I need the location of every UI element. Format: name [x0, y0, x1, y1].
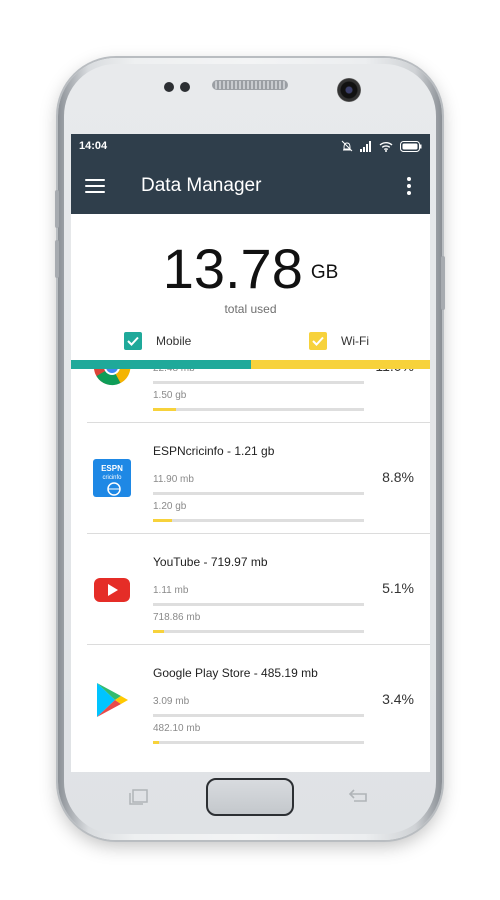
- usage-percent: 3.4%: [382, 691, 414, 707]
- chrome-icon: [93, 369, 131, 386]
- mobile-usage: 11.90 mb: [153, 474, 194, 485]
- wifi-usage: 718.86 mb: [153, 612, 201, 623]
- mobile-share: [71, 360, 251, 369]
- espncricinfo-icon: ESPN cricinfo: [93, 459, 131, 497]
- list-item[interactable]: ESPN cricinfo ESPNcricinfo - 1.21 gb 11.9…: [87, 423, 430, 534]
- app-name: ESPNcricinfo - 1.21 gb: [153, 444, 275, 458]
- signal-icon: [360, 140, 371, 152]
- check-icon: [312, 336, 324, 346]
- mobile-usage: 3.09 mb: [153, 696, 190, 707]
- status-time: 14:04: [79, 140, 108, 152]
- usage-percent: 8.8%: [382, 469, 414, 485]
- total-usage: 13.78 GB: [71, 236, 430, 301]
- wifi-share: [250, 360, 430, 369]
- mobile-checkbox[interactable]: [124, 332, 142, 350]
- app-name: Google Play Store - 485.19 mb: [153, 666, 318, 680]
- more-options-icon[interactable]: [402, 177, 416, 195]
- mobile-usage-bar: [153, 492, 364, 495]
- total-usage-label: total used: [224, 302, 277, 316]
- mobile-usage-bar: [153, 381, 364, 384]
- app-name: YouTube - 719.97 mb: [153, 555, 268, 569]
- page-title: Data Manager: [141, 175, 262, 196]
- wifi-usage-fill: [153, 630, 164, 633]
- volume-down-button: [55, 240, 59, 278]
- wifi-usage: 1.50 gb: [153, 390, 187, 401]
- power-button: [441, 256, 445, 310]
- wifi-usage: 1.20 gb: [153, 501, 187, 512]
- app-usage-list-content: 22.48 mb 1.50 gb 11.0% ESPN cricinfo ESPN…: [71, 369, 430, 756]
- sensor-right: [180, 82, 190, 92]
- svg-text:ESPN: ESPN: [101, 464, 123, 473]
- recent-apps-icon: [129, 789, 148, 805]
- app-bar: Data Manager: [71, 158, 430, 214]
- wifi-usage-fill: [153, 741, 160, 744]
- play-store-icon: [93, 681, 131, 719]
- svg-text:cricinfo: cricinfo: [102, 475, 122, 481]
- volume-up-button: [55, 190, 59, 228]
- back-icon: [348, 789, 367, 802]
- mobile-usage: 1.11 mb: [153, 585, 189, 596]
- usage-percent: 5.1%: [382, 580, 414, 596]
- wifi-checkbox[interactable]: [309, 332, 327, 350]
- status-icons: [341, 140, 422, 152]
- back-key[interactable]: [346, 786, 372, 806]
- home-button[interactable]: [206, 778, 294, 816]
- network-legend: Mobile Wi-Fi: [71, 326, 430, 360]
- wifi-usage-fill: [153, 408, 177, 411]
- wifi-icon: [379, 141, 393, 152]
- wifi-usage-fill: [153, 519, 172, 522]
- app-usage-list[interactable]: 22.48 mb 1.50 gb 11.0% ESPN cricinfo ESPN…: [71, 369, 430, 772]
- wifi-usage-bar: [153, 519, 364, 522]
- usage-ratio-bar: [71, 360, 430, 369]
- check-icon: [127, 336, 139, 346]
- status-bar: 14:04: [71, 134, 430, 158]
- wifi-usage: 482.10 mb: [153, 723, 201, 734]
- total-usage-unit: GB: [310, 262, 339, 283]
- youtube-icon: [93, 570, 131, 608]
- mobile-usage: 22.48 mb: [153, 369, 195, 374]
- device-screen: 14:04 Data Manager 13.78 GB total used M…: [71, 134, 430, 772]
- total-usage-value: 13.78: [162, 237, 303, 300]
- list-item[interactable]: 22.48 mb 1.50 gb 11.0%: [87, 369, 430, 423]
- earpiece-speaker: [212, 80, 288, 90]
- mobile-toggle[interactable]: Mobile: [124, 332, 191, 350]
- recent-apps-key[interactable]: [127, 786, 153, 806]
- wifi-toggle[interactable]: Wi-Fi: [309, 332, 369, 350]
- front-camera: [337, 78, 361, 102]
- mobile-usage-bar: [153, 603, 364, 606]
- list-item[interactable]: YouTube - 719.97 mb 1.11 mb 718.86 mb 5.…: [87, 534, 430, 645]
- menu-icon[interactable]: [85, 179, 105, 193]
- wifi-label: Wi-Fi: [341, 334, 369, 348]
- battery-icon: [400, 140, 422, 152]
- mobile-label: Mobile: [156, 334, 192, 348]
- mobile-usage-bar: [153, 714, 364, 717]
- sensor-left: [164, 82, 174, 92]
- list-item[interactable]: Google Play Store - 485.19 mb 3.09 mb 48…: [87, 645, 430, 756]
- usage-percent: 11.0%: [375, 369, 414, 374]
- usage-summary: 13.78 GB total used: [71, 214, 430, 326]
- alarm-off-icon: [341, 140, 353, 152]
- wifi-usage-bar: [153, 408, 364, 411]
- wifi-usage-bar: [153, 741, 364, 744]
- wifi-usage-bar: [153, 630, 364, 633]
